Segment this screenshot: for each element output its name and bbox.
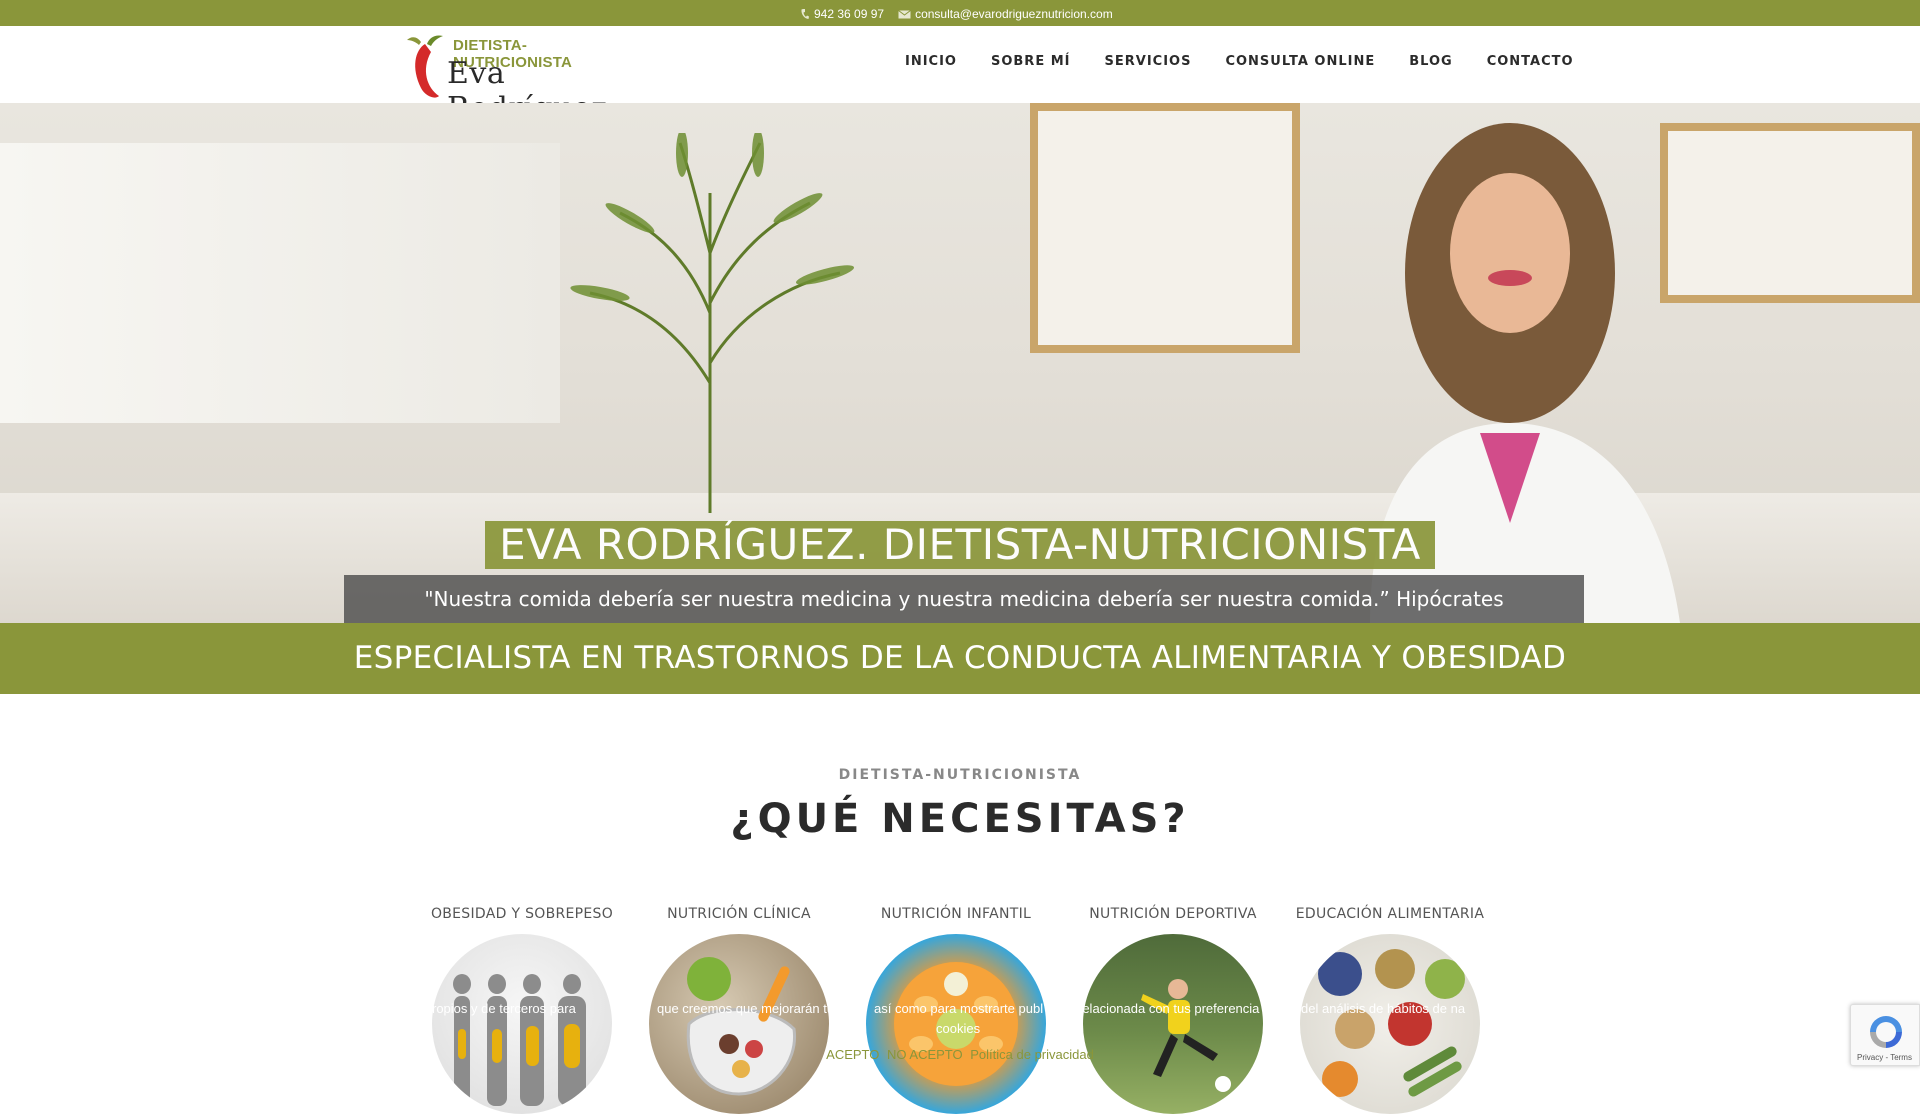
- diploma-frame: [1660, 123, 1920, 303]
- cookie-reject-button[interactable]: NO ACEPTO: [887, 1047, 963, 1062]
- recaptcha-links[interactable]: Privacy - Terms: [1857, 1053, 1912, 1062]
- specialist-banner: ESPECIALISTA EN TRASTORNOS DE LA CONDUCT…: [0, 623, 1920, 694]
- hero-window-bg: [0, 143, 560, 423]
- cookie-text-1: ropios y de terceros para: [432, 1001, 576, 1016]
- site-header: DIETISTA-NUTRICIONISTA Eva Rodríguez INI…: [0, 26, 1920, 126]
- cookie-text-5: del análisis de hábitos de na: [1301, 1001, 1466, 1016]
- service-image[interactable]: [649, 934, 829, 1114]
- cookie-text-3: así como para mostrarte publ: [874, 1001, 1044, 1016]
- service-label: NUTRICIÓN CLÍNICA: [667, 906, 811, 922]
- superfoods-illustration: [1318, 949, 1465, 1097]
- hero-title: EVA RODRÍGUEZ. DIETISTA-NUTRICIONISTA: [485, 521, 1435, 569]
- healthy-food-illustration: [686, 957, 797, 1096]
- nav-item-contacto[interactable]: CONTACTO: [1470, 54, 1591, 69]
- plant-illustration: [570, 133, 855, 513]
- cookie-text-3b: cookies: [936, 1021, 981, 1036]
- hero-quote: "Nuestra comida debería ser nuestra medi…: [344, 575, 1584, 623]
- cookie-text-4: relacionada con tus preferencia: [1078, 1001, 1260, 1016]
- main-nav: INICIO SOBRE MÍ SERVICIOS CONSULTA ONLIN…: [888, 54, 1591, 69]
- nav-item-sobre-mi[interactable]: SOBRE MÍ: [974, 54, 1088, 69]
- cookie-actions: ACEPTO NO ACEPTO Política de privacidad: [0, 1047, 1920, 1062]
- mail-icon: [898, 9, 911, 18]
- service-image[interactable]: [1300, 934, 1480, 1114]
- body-silhouettes-illustration: [453, 974, 586, 1106]
- nav-item-inicio[interactable]: INICIO: [888, 54, 974, 69]
- hero-title-wrap: EVA RODRÍGUEZ. DIETISTA-NUTRICIONISTA: [0, 521, 1920, 569]
- service-label: NUTRICIÓN INFANTIL: [880, 906, 1032, 922]
- service-label: NUTRICIÓN DEPORTIVA: [1089, 906, 1257, 922]
- site-logo[interactable]: DIETISTA-NUTRICIONISTA Eva Rodríguez: [405, 30, 645, 126]
- privacy-policy-link[interactable]: Política de privacidad: [970, 1047, 1094, 1062]
- section-heading: ¿QUÉ NECESITAS?: [730, 796, 1190, 842]
- contact-info: 942 36 09 97 consulta@evarodrigueznutric…: [800, 7, 1113, 21]
- nav-item-blog[interactable]: BLOG: [1392, 54, 1469, 69]
- cookie-text-2: que creemos que mejorarán tu: [657, 1001, 835, 1016]
- recaptcha-icon: [1870, 1016, 1902, 1048]
- diploma-frame: [1030, 103, 1300, 353]
- recaptcha-badge[interactable]: Privacy - Terms: [1850, 1004, 1920, 1066]
- service-image[interactable]: [1083, 934, 1263, 1114]
- email-item[interactable]: consulta@evarodrigueznutricion.com: [898, 7, 1113, 21]
- hero-slider: EVA RODRÍGUEZ. DIETISTA-NUTRICIONISTA "N…: [0, 103, 1920, 623]
- service-label: EDUCACIÓN ALIMENTARIA: [1295, 906, 1485, 922]
- service-image[interactable]: [432, 934, 612, 1114]
- football-player-illustration: [1141, 979, 1231, 1092]
- phone-number: 942 36 09 97: [814, 7, 885, 21]
- section-subtitle: DIETISTA-NUTRICIONISTA: [838, 767, 1082, 783]
- cookie-accept-button[interactable]: ACEPTO: [826, 1047, 879, 1062]
- service-label: OBESIDAD Y SOBREPESO: [430, 906, 614, 922]
- phone-icon: [801, 9, 809, 19]
- phone-item[interactable]: 942 36 09 97: [800, 7, 884, 21]
- top-contact-bar: 942 36 09 97 consulta@evarodrigueznutric…: [0, 0, 1920, 26]
- email-address: consulta@evarodrigueznutricion.com: [915, 7, 1113, 21]
- nav-item-servicios[interactable]: SERVICIOS: [1088, 54, 1209, 69]
- nav-item-consulta-online[interactable]: CONSULTA ONLINE: [1208, 54, 1392, 69]
